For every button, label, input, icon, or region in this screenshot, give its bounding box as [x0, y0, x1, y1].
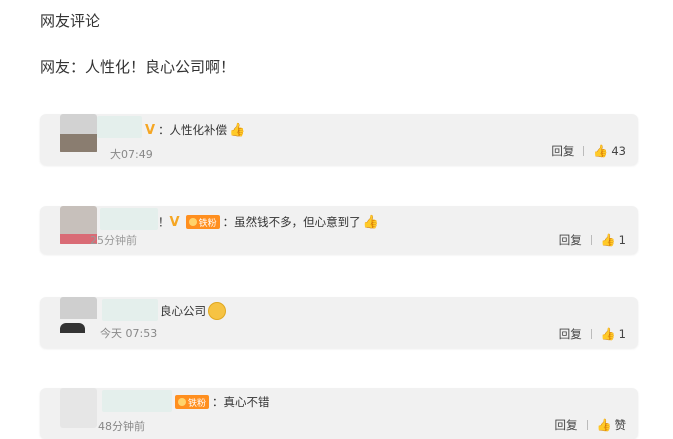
thumbs-up-icon[interactable]: 👍: [601, 233, 616, 247]
comment-time: 48分钟前: [98, 420, 145, 433]
reply-button[interactable]: 回复: [559, 232, 582, 248]
like-count[interactable]: 1: [619, 233, 626, 247]
username-blurred[interactable]: [100, 208, 158, 230]
fan-badge-icon: [178, 398, 186, 406]
fan-badge-label: 铁粉: [188, 398, 207, 409]
comment-card: V ：人性化补偿 👍 大07:49 回复 👍 43: [40, 114, 638, 165]
reply-button[interactable]: 回复: [559, 326, 582, 342]
username-blurred[interactable]: [102, 390, 172, 412]
fan-badge: 铁粉: [175, 395, 210, 409]
comment-actions: 回复 👍 1: [559, 232, 626, 248]
section-subtitle: 网友：人性化！良心公司啊！: [40, 58, 236, 76]
thumbs-up-icon[interactable]: 👍: [601, 327, 616, 341]
comment-text: 良心公司: [160, 304, 206, 318]
divider: [583, 146, 585, 156]
reply-button[interactable]: 回复: [551, 143, 574, 159]
like-count[interactable]: 43: [611, 144, 626, 158]
avatar[interactable]: [60, 114, 97, 154]
v-badge-icon: V: [145, 122, 156, 138]
username-suffix: ！: [158, 215, 170, 229]
comment-content: V ：人性化补偿 👍: [145, 122, 245, 138]
divider: [590, 235, 592, 245]
like-count[interactable]: 赞: [615, 417, 627, 433]
thumbs-up-emoji-icon: 👍: [362, 214, 379, 230]
fan-badge-label: 铁粉: [198, 218, 217, 229]
thumbs-up-emoji-icon: 👍: [229, 122, 246, 138]
thumbs-up-icon[interactable]: 👍: [593, 144, 608, 158]
comment-text: ：虽然钱不多，但心意到了: [222, 215, 361, 229]
comment-actions: 回复 👍 43: [551, 143, 626, 159]
avatar[interactable]: [60, 297, 97, 337]
divider: [590, 329, 592, 339]
comment-time: 大07:49: [110, 148, 153, 161]
comment-card: 良心公司 今天 07:53 回复 👍 1: [40, 297, 638, 348]
comment-card: 铁粉 ：真心不错 48分钟前 回复 👍 赞: [40, 388, 638, 439]
comment-actions: 回复 👍 赞: [555, 417, 626, 433]
comment-text: ：真心不错: [212, 395, 270, 409]
fan-badge-icon: [188, 218, 197, 226]
comment-text: ：人性化补偿: [158, 123, 228, 137]
comment-content: ！ V 铁粉 ：虽然钱不多，但心意到了 👍: [158, 214, 379, 230]
comment-content: 良心公司: [160, 302, 226, 320]
comment-time: 25分钟前: [90, 234, 137, 247]
section-title: 网友评论: [40, 12, 101, 30]
thumbs-up-icon[interactable]: 👍: [597, 418, 612, 432]
like-count[interactable]: 1: [619, 327, 626, 341]
comment-actions: 回复 👍 1: [559, 326, 626, 342]
face-emoji-icon: [208, 302, 226, 320]
avatar[interactable]: [60, 388, 97, 428]
username-blurred[interactable]: [102, 299, 158, 321]
reply-button[interactable]: 回复: [555, 417, 578, 433]
comment-time: 今天 07:53: [100, 327, 158, 340]
fan-badge: 铁粉: [185, 215, 220, 229]
comment-card: ！ V 铁粉 ：虽然钱不多，但心意到了 👍 25分钟前 回复 👍 1: [40, 206, 638, 254]
v-badge-icon: V: [169, 214, 180, 230]
comment-content: 铁粉 ：真心不错: [172, 394, 270, 410]
divider: [586, 420, 588, 430]
username-blurred[interactable]: [97, 116, 142, 138]
